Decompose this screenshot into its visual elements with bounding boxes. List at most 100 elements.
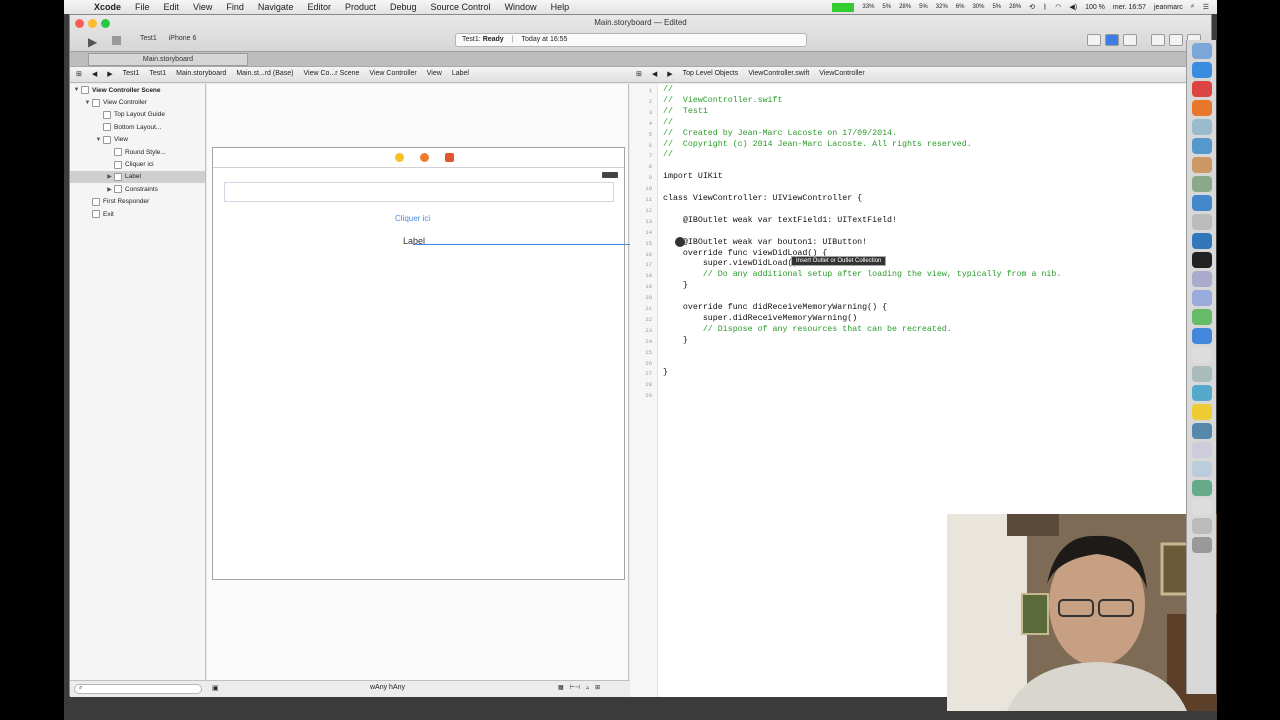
dock-app-icon[interactable] [1192, 62, 1212, 78]
scheme-device[interactable]: iPhone 6 [169, 35, 197, 42]
breadcrumb-item[interactable]: Top Level Objects [683, 70, 739, 78]
battery-percent[interactable]: 100 % [1085, 4, 1105, 11]
navigator-toggle-button[interactable] [1151, 34, 1165, 46]
dock-app-icon[interactable] [1192, 233, 1212, 249]
dock-app-icon[interactable] [1192, 423, 1212, 439]
code-line[interactable]: @IBOutlet weak var bouton1: UIButton! [663, 238, 867, 247]
dock-app-icon[interactable] [1192, 157, 1212, 173]
outline-row[interactable]: ▶ Label [70, 170, 205, 184]
code-line[interactable]: } [663, 281, 688, 290]
code-line[interactable]: // Dispose of any resources that can be … [663, 325, 952, 334]
dock-app-icon[interactable] [1192, 290, 1212, 306]
outline-row[interactable]: Round Style... [70, 146, 205, 158]
menu-file[interactable]: File [135, 2, 150, 12]
code-line[interactable]: } [663, 368, 668, 377]
related-items-icon[interactable]: ⊞ [636, 70, 642, 78]
code-line[interactable]: // Created by Jean-Marc Lacoste on 17/09… [663, 129, 897, 138]
code-line[interactable]: @IBOutlet weak var textField1: UITextFie… [663, 216, 897, 225]
dock-app-icon[interactable] [1192, 347, 1212, 363]
storyboard-canvas[interactable]: Cliquer ici Label [207, 84, 678, 680]
resizing-icon[interactable]: ⊞ [595, 684, 600, 691]
dock-app-icon[interactable] [1192, 499, 1212, 515]
menu-edit[interactable]: Edit [164, 2, 180, 12]
dock-app-icon[interactable] [1192, 100, 1212, 116]
menu-find[interactable]: Find [226, 2, 244, 12]
dock-app-icon[interactable] [1192, 138, 1212, 154]
debug-toggle-button[interactable] [1169, 34, 1183, 46]
menu-navigate[interactable]: Navigate [258, 2, 294, 12]
dock-app-icon[interactable] [1192, 309, 1212, 325]
breadcrumb-item[interactable]: Main.st...rd (Base) [236, 70, 293, 78]
menu-app-xcode[interactable]: Xcode [94, 2, 121, 12]
menu-source-control[interactable]: Source Control [431, 2, 491, 12]
outline-row[interactable]: Top Layout Guide [70, 109, 205, 121]
dock-app-icon[interactable] [1192, 195, 1212, 211]
outline-filter-field[interactable]: ⌕ [74, 684, 202, 694]
menu-view[interactable]: View [193, 2, 212, 12]
dock-app-icon[interactable] [1192, 442, 1212, 458]
toggle-outline-icon[interactable]: ▣ [212, 684, 219, 692]
dock-app-icon[interactable] [1192, 176, 1212, 192]
tab-main-storyboard[interactable]: Main.storyboard [88, 53, 248, 66]
dock-app-icon[interactable] [1192, 404, 1212, 420]
code-line[interactable]: override func didReceiveMemoryWarning() … [663, 303, 887, 312]
outline-row[interactable]: Bottom Layout... [70, 121, 205, 133]
dock-app-icon[interactable] [1192, 119, 1212, 135]
breadcrumb-item[interactable]: ViewController [819, 70, 864, 78]
breadcrumb-item[interactable]: Test1 [149, 70, 166, 78]
version-editor-button[interactable] [1123, 34, 1137, 46]
size-class-control[interactable]: wAny hAny [370, 684, 405, 691]
code-line[interactable]: // Copyright (c) 2014 Jean-Marc Lacoste.… [663, 140, 972, 149]
code-line[interactable]: // [663, 85, 673, 94]
run-button[interactable]: ▶ [88, 35, 97, 49]
breadcrumb-item[interactable]: Main.storyboard [176, 70, 226, 78]
resolve-icon[interactable]: ▵ [586, 684, 589, 691]
stop-button[interactable] [112, 36, 121, 45]
code-line[interactable]: // Do any additional setup after loading… [663, 270, 1062, 279]
outline-row[interactable]: Exit [70, 208, 205, 220]
code-line[interactable]: class ViewController: UIViewController { [663, 194, 862, 203]
outline-row[interactable]: ▶ Constraints [70, 183, 205, 195]
standard-editor-button[interactable] [1087, 34, 1101, 46]
dock-app-icon[interactable] [1192, 271, 1212, 287]
disclosure-triangle-icon[interactable]: ▼ [94, 137, 103, 143]
time-machine-icon[interactable]: ⟲ [1029, 3, 1035, 11]
outline-row[interactable]: Cliquer ici [70, 158, 205, 170]
dock-app-icon[interactable] [1192, 461, 1212, 477]
code-line[interactable]: // [663, 118, 673, 127]
bluetooth-icon[interactable]: ᛒ [1043, 4, 1047, 11]
forward-icon[interactable]: ▶ [107, 70, 112, 78]
code-line[interactable]: // ViewController.swift [663, 96, 783, 105]
dock-app-icon[interactable] [1192, 328, 1212, 344]
user-name[interactable]: jeanmarc [1154, 4, 1183, 11]
dock-app-icon[interactable] [1192, 43, 1212, 59]
wifi-icon[interactable]: ◠ [1055, 3, 1061, 11]
menu-debug[interactable]: Debug [390, 2, 417, 12]
dock-app-icon[interactable] [1192, 214, 1212, 230]
menu-window[interactable]: Window [505, 2, 537, 12]
breadcrumb-item[interactable]: ViewController.swift [748, 70, 809, 78]
code-line[interactable]: import UIKit [663, 172, 723, 181]
spotlight-icon[interactable]: ⌕ [1191, 3, 1195, 11]
breadcrumb-item[interactable]: View [427, 70, 442, 78]
disclosure-triangle-icon[interactable]: ▼ [72, 87, 81, 93]
volume-icon[interactable]: ◀) [1069, 3, 1077, 11]
disclosure-triangle-icon[interactable]: ▶ [105, 186, 114, 193]
dock-app-icon[interactable] [1192, 518, 1212, 534]
scheme-target[interactable]: Test1 [140, 35, 157, 42]
scheme-selector[interactable]: Test1 iPhone 6 [140, 35, 196, 42]
outline-row[interactable]: ▼ View [70, 134, 205, 146]
breadcrumb-item[interactable]: Test1 [123, 70, 140, 78]
cliquer-button[interactable]: Cliquer ici [395, 214, 430, 223]
clock[interactable]: mer. 16:57 [1113, 4, 1146, 11]
dock-app-icon[interactable] [1192, 81, 1212, 97]
assistant-editor-button[interactable] [1105, 34, 1119, 46]
outline-row[interactable]: ▼ View Controller [70, 96, 205, 108]
view-controller-scene[interactable]: Cliquer ici Label [212, 147, 678, 580]
outline-row[interactable]: First Responder [70, 196, 205, 208]
outline-row[interactable]: ▼ View Controller Scene [70, 84, 205, 96]
first-responder-icon[interactable] [420, 153, 429, 162]
align-icon[interactable]: ▦ [558, 684, 564, 691]
code-line[interactable]: // Test1 [663, 107, 708, 116]
notification-center-icon[interactable]: ☰ [1203, 3, 1209, 11]
